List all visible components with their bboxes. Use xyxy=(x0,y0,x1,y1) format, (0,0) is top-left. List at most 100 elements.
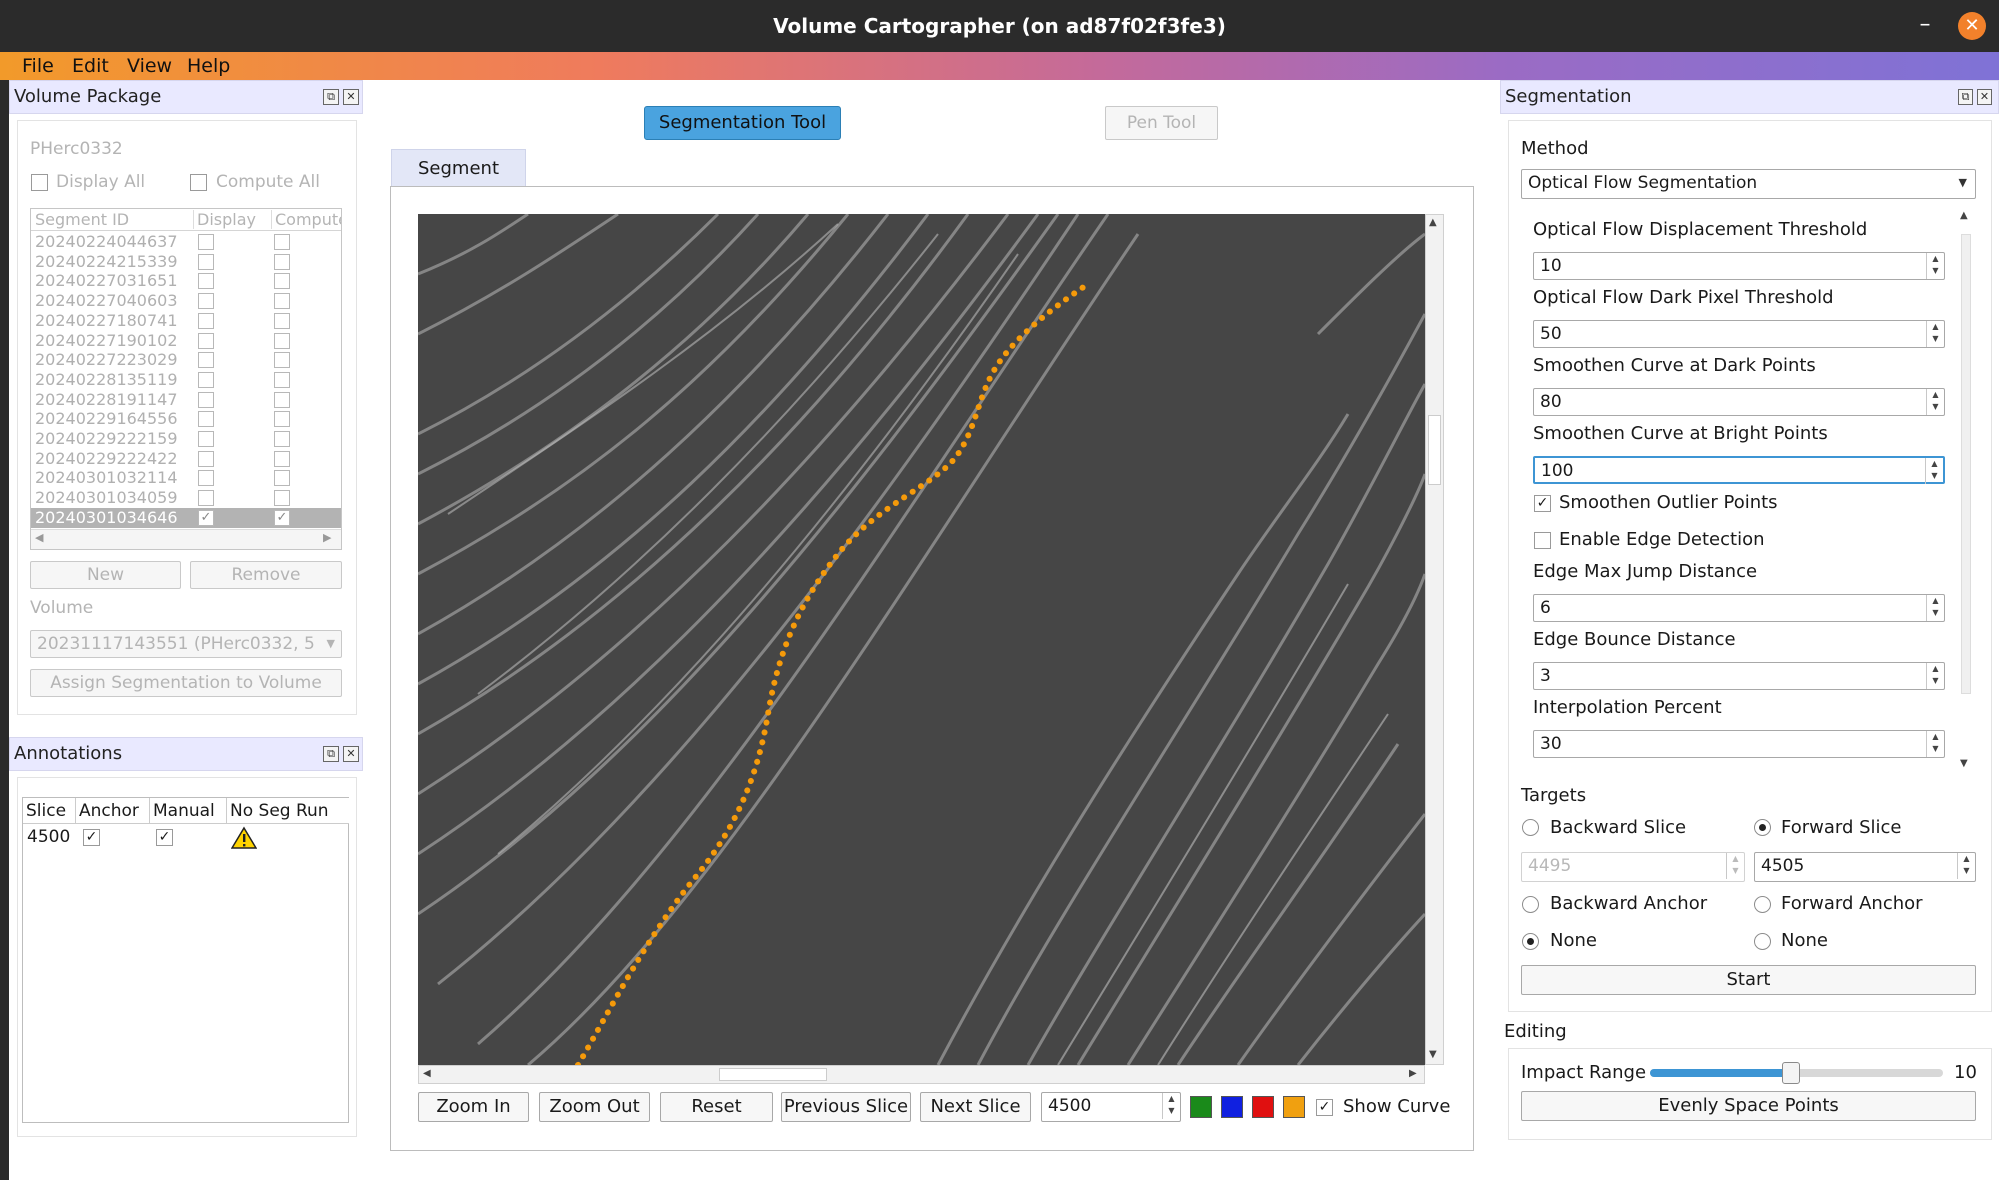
display-checkbox[interactable]: ✓ xyxy=(198,509,214,526)
display-checkbox[interactable] xyxy=(198,450,214,467)
compute-checkbox[interactable] xyxy=(274,293,290,310)
list-item[interactable]: 20240229164556 xyxy=(31,409,341,429)
list-item[interactable]: 20240227223029 xyxy=(31,350,341,370)
menu-edit[interactable]: Edit xyxy=(72,52,109,80)
forward-slice-spinbox[interactable]: 4505 ▲ ▼ xyxy=(1754,852,1976,882)
close-button[interactable]: ✕ xyxy=(1958,12,1986,40)
close-pane-icon[interactable]: ✕ xyxy=(343,746,359,762)
menu-view[interactable]: View xyxy=(127,52,172,80)
segment-list-hscroll[interactable]: ◀ ▶ xyxy=(31,529,341,549)
green-color-swatch[interactable] xyxy=(1190,1096,1212,1118)
table-row[interactable]: 4500 ✓ ✓ xyxy=(23,826,348,850)
forward-none-radio[interactable] xyxy=(1754,933,1771,950)
display-checkbox[interactable] xyxy=(198,470,214,487)
list-item[interactable]: 20240301034059 xyxy=(31,488,341,508)
next-slice-button[interactable]: Next Slice xyxy=(920,1092,1031,1122)
spin-arrows-icon[interactable]: ▲ ▼ xyxy=(1162,1093,1180,1119)
orange-color-swatch[interactable] xyxy=(1283,1096,1305,1118)
list-item[interactable]: 20240224215339 xyxy=(31,252,341,272)
compute-checkbox[interactable] xyxy=(274,273,290,290)
segment-list[interactable]: Segment ID Display Compute 2024022404463… xyxy=(30,208,342,550)
display-checkbox[interactable] xyxy=(198,234,214,250)
list-item[interactable]: 20240227180741 xyxy=(31,311,341,331)
scroll-up-icon[interactable]: ▲ xyxy=(1429,217,1437,228)
param-spinbox[interactable]: 50 ▲ ▼ xyxy=(1533,320,1945,348)
backward-anchor-radio[interactable] xyxy=(1522,896,1539,913)
param-spinbox[interactable]: 30 ▲ ▼ xyxy=(1533,730,1945,758)
scroll-left-icon[interactable]: ◀ xyxy=(423,1068,431,1079)
list-item[interactable]: 20240229222422 xyxy=(31,449,341,469)
show-curve-checkbox[interactable]: ✓ xyxy=(1316,1099,1333,1116)
list-item[interactable]: 20240227040603 xyxy=(31,291,341,311)
menu-file[interactable]: File xyxy=(22,52,54,80)
col-anchor[interactable]: Anchor xyxy=(76,798,150,824)
close-pane-icon[interactable]: ✕ xyxy=(1977,89,1992,105)
compute-checkbox[interactable] xyxy=(274,352,290,369)
compute-checkbox[interactable] xyxy=(274,450,290,467)
display-checkbox[interactable] xyxy=(198,411,214,428)
compute-checkbox[interactable] xyxy=(274,470,290,487)
start-button[interactable]: Start xyxy=(1521,965,1976,995)
list-item[interactable]: 20240227190102 xyxy=(31,331,341,351)
param-spinbox[interactable]: 100 ▲ ▼ xyxy=(1533,456,1945,484)
param-scroll-thumb[interactable] xyxy=(1961,234,1971,694)
reset-button[interactable]: Reset xyxy=(660,1092,773,1122)
col-slice[interactable]: Slice xyxy=(23,798,76,824)
display-all-checkbox[interactable] xyxy=(31,174,48,191)
display-checkbox[interactable] xyxy=(198,332,214,349)
col-segment-id[interactable]: Segment ID xyxy=(35,210,129,229)
remove-segment-button[interactable]: Remove xyxy=(190,561,342,589)
compute-checkbox[interactable] xyxy=(274,490,290,507)
list-item[interactable]: 20240224044637 xyxy=(31,232,341,252)
spin-arrows-icon[interactable]: ▲ ▼ xyxy=(1926,389,1944,415)
col-no-seg-run[interactable]: No Seg Run xyxy=(227,798,349,824)
method-select[interactable]: Optical Flow Segmentation ▼ xyxy=(1521,169,1976,199)
forward-slice-radio[interactable] xyxy=(1754,819,1771,836)
pen-tool-button[interactable]: Pen Tool xyxy=(1105,106,1218,140)
list-item[interactable]: 20240229222159 xyxy=(31,429,341,449)
spin-arrows-icon[interactable]: ▲ ▼ xyxy=(1925,458,1943,484)
minimize-button[interactable]: – xyxy=(1910,10,1940,40)
row-manual-checkbox[interactable]: ✓ xyxy=(156,829,173,846)
scroll-down-icon[interactable]: ▼ xyxy=(1429,1049,1437,1060)
param-spinbox[interactable]: 10 ▲ ▼ xyxy=(1533,252,1945,280)
spin-arrows-icon[interactable]: ▲ ▼ xyxy=(1926,253,1944,279)
display-checkbox[interactable] xyxy=(198,293,214,310)
zoom-in-button[interactable]: Zoom In xyxy=(418,1092,529,1122)
float-icon[interactable]: ⧉ xyxy=(323,89,339,105)
compute-checkbox[interactable] xyxy=(274,234,290,250)
assign-segmentation-button[interactable]: Assign Segmentation to Volume xyxy=(30,669,342,697)
col-compute[interactable]: Compute xyxy=(271,210,341,229)
spin-arrows-icon[interactable]: ▲ ▼ xyxy=(1957,853,1975,879)
close-pane-icon[interactable]: ✕ xyxy=(343,89,359,105)
display-checkbox[interactable] xyxy=(198,253,214,270)
menu-help[interactable]: Help xyxy=(187,52,230,80)
vscroll-thumb[interactable] xyxy=(1428,415,1441,485)
smoothen-outlier-checkbox[interactable]: ✓ xyxy=(1534,495,1551,512)
spin-arrows-icon[interactable]: ▲ ▼ xyxy=(1926,663,1944,689)
list-item[interactable]: 20240228135119 xyxy=(31,370,341,390)
impact-range-handle[interactable] xyxy=(1781,1062,1800,1084)
param-vscroll[interactable]: ▲ ▼ xyxy=(1957,210,1975,775)
compute-checkbox[interactable]: ✓ xyxy=(274,509,290,526)
blue-color-swatch[interactable] xyxy=(1221,1096,1243,1118)
spin-arrows-icon[interactable]: ▲ ▼ xyxy=(1726,853,1744,879)
backward-none-radio[interactable] xyxy=(1522,933,1539,950)
compute-checkbox[interactable] xyxy=(274,371,290,388)
enable-edge-detection-checkbox[interactable] xyxy=(1534,532,1551,549)
compute-checkbox[interactable] xyxy=(274,391,290,408)
scroll-up-icon[interactable]: ▲ xyxy=(1960,210,1968,221)
list-item[interactable]: 20240301032114 xyxy=(31,468,341,488)
red-color-swatch[interactable] xyxy=(1252,1096,1274,1118)
float-icon[interactable]: ⧉ xyxy=(323,746,339,762)
display-checkbox[interactable] xyxy=(198,431,214,447)
segmentation-tool-button[interactable]: Segmentation Tool xyxy=(644,106,841,140)
slice-spinbox[interactable]: 4500 ▲ ▼ xyxy=(1041,1092,1181,1122)
compute-checkbox[interactable] xyxy=(274,253,290,270)
new-segment-button[interactable]: New xyxy=(30,561,181,589)
list-item[interactable]: 20240228191147 xyxy=(31,390,341,410)
list-item[interactable]: 20240227031651 xyxy=(31,271,341,291)
volume-select[interactable]: 20231117143551 (PHerc0332, 5 ▼ xyxy=(30,630,342,658)
evenly-space-points-button[interactable]: Evenly Space Points xyxy=(1521,1091,1976,1121)
spin-arrows-icon[interactable]: ▲ ▼ xyxy=(1926,731,1944,757)
